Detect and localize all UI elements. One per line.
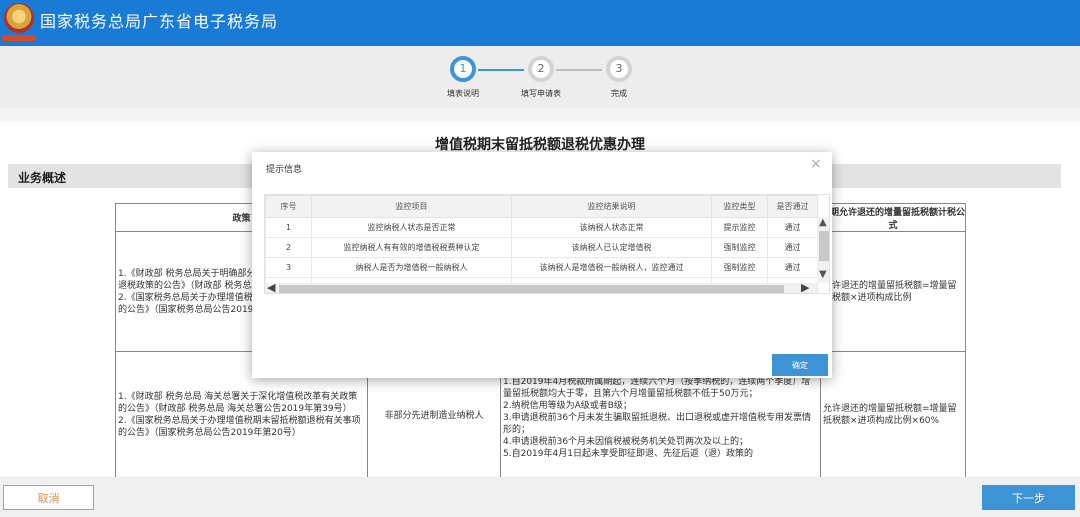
table-row: 3 纳税人是否为增值税一般纳税人 该纳税人是增值税一般纳税人，监控通过 强制监控… — [265, 257, 818, 278]
header-seq: 序号 — [265, 195, 312, 218]
monitor-grid: 序号 监控项目 监控结果说明 监控类型 是否通过 1 监控纳税人状态是否正常 该… — [264, 194, 830, 294]
step-3-number: 3 — [606, 56, 632, 82]
cell-seq: 3 — [265, 257, 312, 278]
formula-column-header: 当期允许退还的增量留抵税额计税公式 — [820, 203, 966, 232]
dialog-title: 提示信息 — [266, 165, 303, 175]
page-title: 增值税期末留抵税额退税优惠办理 — [435, 137, 645, 153]
cell-pass: 通过 — [767, 257, 818, 278]
formula-cell-2: 允许退还的增量留抵税额=增量留抵税额×进项构成比例×60% — [820, 351, 966, 478]
step-1: 1 填表说明 — [423, 56, 503, 99]
tax-emblem-icon — [4, 3, 34, 33]
horizontal-scroll-thumb[interactable] — [279, 285, 784, 293]
table-row: 2 监控纳税人有有效的增值税税费种认定 该纳税人已认定增值税 强制监控 通过 — [265, 237, 818, 258]
table-row: 1 监控纳税人状态是否正常 该纳税人状态正常 提示监控 通过 — [265, 217, 818, 238]
emblem-caption-icon — [2, 35, 36, 41]
cell-type: 强制监控 — [711, 237, 768, 258]
step-3-label: 完成 — [611, 89, 627, 98]
header-type: 监控类型 — [711, 195, 768, 218]
footer-bar: 取消 下一步 — [0, 477, 1080, 517]
step-2: 2 填写申请表 — [501, 56, 581, 99]
step-1-label: 填表说明 — [447, 89, 479, 98]
step-2-number: 2 — [528, 56, 554, 82]
horizontal-scrollbar[interactable]: ◀ ▶ — [265, 281, 817, 293]
formula-cell-1: 允许退还的增量留抵税额=增量留抵税额×进项构成比例 — [820, 231, 966, 352]
cell-result: 该纳税人是增值税一般纳税人，监控通过 — [511, 257, 712, 278]
step-3: 3 完成 — [579, 56, 659, 99]
cell-pass: 通过 — [767, 217, 818, 238]
close-icon[interactable]: × — [810, 156, 822, 172]
cell-type: 提示监控 — [711, 217, 768, 238]
cell-result: 该纳税人状态正常 — [511, 217, 712, 238]
cell-item: 纳税人是否为增值税一般纳税人 — [311, 257, 512, 278]
monitor-table: 序号 监控项目 监控结果说明 监控类型 是否通过 1 监控纳税人状态是否正常 该… — [265, 195, 818, 293]
header-title: 国家税务总局广东省电子税务局 — [40, 12, 279, 31]
header-item: 监控项目 — [311, 195, 512, 218]
cell-item: 监控纳税人状态是否正常 — [311, 217, 512, 238]
step-1-number: 1 — [450, 56, 476, 82]
cell-seq: 1 — [265, 217, 312, 238]
cell-result: 该纳税人已认定增值税 — [511, 237, 712, 258]
section-title: 业务概述 — [18, 171, 67, 185]
vertical-scrollbar[interactable]: ▲ ▼ — [817, 217, 829, 283]
scroll-right-icon[interactable]: ▶ — [801, 281, 809, 293]
header-pass: 是否通过 — [767, 195, 818, 218]
prompt-dialog: 提示信息 × 序号 监控项目 监控结果说明 监控类型 是否通过 1 监控纳税人状… — [252, 152, 832, 378]
vertical-scroll-thumb[interactable] — [819, 231, 829, 261]
scroll-down-icon[interactable]: ▼ — [819, 269, 827, 280]
cell-seq: 2 — [265, 237, 312, 258]
scroll-left-icon[interactable]: ◀ — [267, 281, 275, 293]
step-progress: 1 填表说明 2 填写申请表 3 完成 — [0, 46, 1080, 108]
monitor-header-row: 序号 监控项目 监控结果说明 监控类型 是否通过 — [265, 195, 818, 218]
cell-pass: 通过 — [767, 237, 818, 258]
cell-type: 强制监控 — [711, 257, 768, 278]
step-2-label: 填写申请表 — [521, 89, 561, 98]
next-step-button[interactable]: 下一步 — [982, 485, 1075, 510]
scroll-up-icon[interactable]: ▲ — [819, 217, 827, 228]
divider-band — [0, 108, 1080, 122]
cell-item: 监控纳税人有有效的增值税税费种认定 — [311, 237, 512, 258]
cancel-button[interactable]: 取消 — [3, 485, 94, 510]
confirm-button[interactable]: 确定 — [772, 354, 828, 376]
app-header: 国家税务总局广东省电子税务局 — [0, 0, 1080, 46]
header-result: 监控结果说明 — [511, 195, 712, 218]
